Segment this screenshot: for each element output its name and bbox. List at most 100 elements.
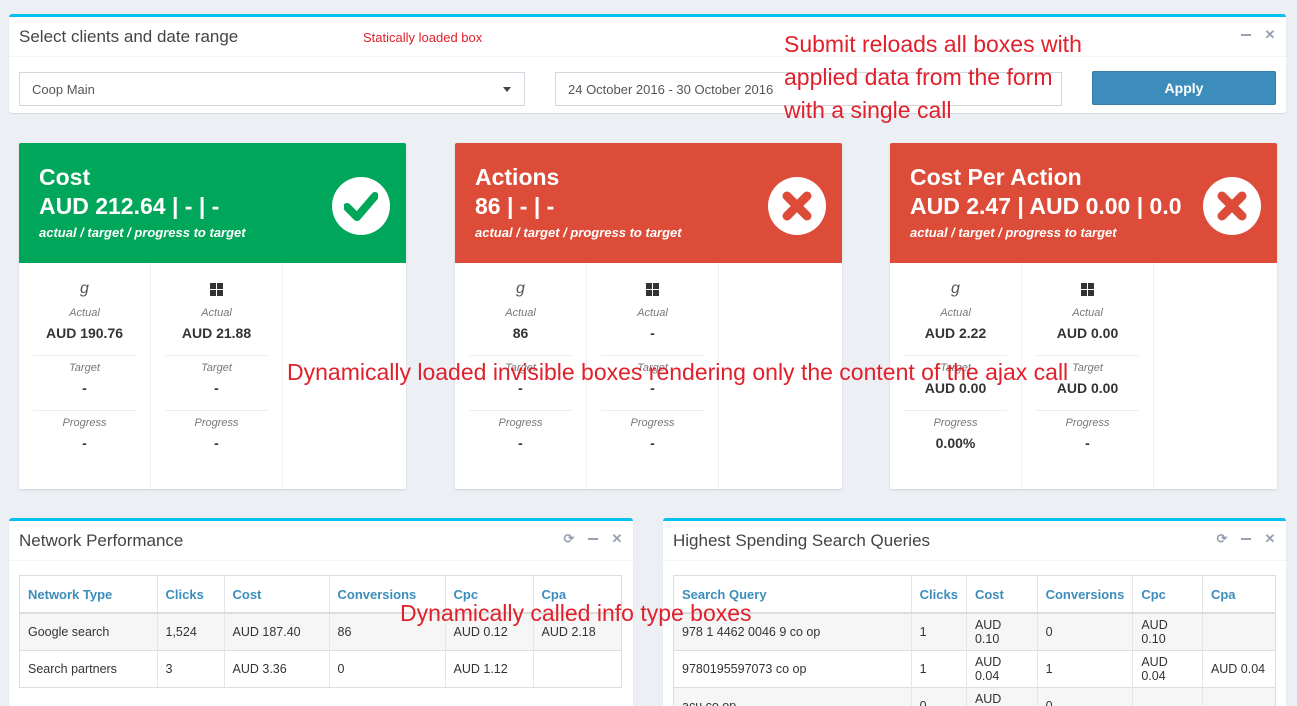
table-row: acu co op0AUD 0.000 xyxy=(674,686,1275,706)
collapse-icon[interactable] xyxy=(1240,533,1252,545)
filter-box: Select clients and date range Statically… xyxy=(9,14,1286,113)
network-table: Network Type Clicks Cost Conversions Cpc Cpa G… xyxy=(20,576,621,687)
queries-box-tools: ⟳ ✕ xyxy=(1216,532,1276,545)
kpi-target-label: Target xyxy=(69,362,100,374)
apply-button[interactable]: Apply xyxy=(1092,71,1276,105)
kpi-progress-label: Progress xyxy=(62,417,107,429)
google-icon: g xyxy=(516,280,525,297)
kpi-progress-cell: Progress - xyxy=(33,411,136,466)
kpi-subtitle: actual / target / progress to target xyxy=(39,225,246,240)
kpi-actual-label: Actual xyxy=(940,307,971,319)
kpi-header: Cost Per Action AUD 2.47 | AUD 0.00 | 0.… xyxy=(890,143,1277,263)
table-cell xyxy=(1132,686,1203,706)
column-header[interactable]: Clicks xyxy=(911,576,967,614)
kpi-progress-label: Progress xyxy=(630,417,675,429)
filter-box-header: Select clients and date range Statically… xyxy=(9,17,1286,57)
column-header[interactable]: Cpa xyxy=(1202,576,1275,614)
kpi-empty-column xyxy=(1154,263,1277,489)
kpi-title: Actions xyxy=(475,164,560,190)
kpi-progress-cell: Progress - xyxy=(165,411,268,466)
cross-icon xyxy=(768,177,826,235)
kpi-progress-value: - xyxy=(1085,435,1090,451)
kpi-title: Cost Per Action xyxy=(910,164,1082,190)
queries-table: Search Query Clicks Cost Conversions Cpc Cpa 9… xyxy=(674,576,1275,706)
kpi-target-cell: Target - xyxy=(165,356,268,411)
kpi-progress-label: Progress xyxy=(933,417,978,429)
kpi-actual-value: AUD 190.76 xyxy=(45,325,124,341)
kpi-progress-label: Progress xyxy=(194,417,239,429)
kpi-progress-value: - xyxy=(82,435,87,451)
collapse-icon[interactable] xyxy=(1240,29,1252,41)
filter-box-tools: ✕ xyxy=(1240,28,1276,41)
kpi-card: Cost Per Action AUD 2.47 | AUD 0.00 | 0.… xyxy=(890,143,1277,489)
table-cell: AUD 1.12 xyxy=(445,649,534,687)
table-cell: AUD 0.10 xyxy=(1132,612,1203,650)
kpi-actual-value: - xyxy=(650,325,655,341)
column-header[interactable]: Network Type xyxy=(20,576,158,614)
column-header[interactable]: Conversions xyxy=(1037,576,1134,614)
cross-icon xyxy=(1203,177,1261,235)
kpi-actual-value: AUD 21.88 xyxy=(181,325,252,341)
kpi-actual-cell: Actual AUD 2.22 xyxy=(904,301,1007,356)
collapse-icon[interactable] xyxy=(587,533,599,545)
refresh-icon[interactable]: ⟳ xyxy=(1216,532,1228,545)
kpi-actual-value: AUD 0.00 xyxy=(1056,325,1119,341)
table-cell: 1 xyxy=(1037,649,1134,687)
kpi-progress-value: - xyxy=(650,435,655,451)
table-cell: 0 xyxy=(1037,612,1134,650)
column-header[interactable]: Cost xyxy=(966,576,1038,614)
table-cell: AUD 0.04 xyxy=(1132,649,1203,687)
client-select[interactable]: Coop Main xyxy=(19,72,525,106)
table-cell: AUD 3.36 xyxy=(224,649,330,687)
refresh-icon[interactable]: ⟳ xyxy=(563,532,575,545)
kpi-actual-cell: Actual AUD 21.88 xyxy=(165,301,268,356)
kpi-target-value: - xyxy=(82,380,87,396)
table-cell: acu co op xyxy=(674,686,912,706)
google-icon: g xyxy=(951,280,960,297)
kpi-progress-value: 0.00% xyxy=(935,435,976,451)
table-cell: 0 xyxy=(911,686,967,706)
kpi-card: Cost AUD 212.64 | - | - actual / target … xyxy=(19,143,406,489)
kpi-network-column: g Actual AUD 190.76 Target - Progress - xyxy=(19,263,151,489)
kpi-actual-label: Actual xyxy=(505,307,536,319)
static-box-note: Statically loaded box xyxy=(363,30,483,45)
table-cell: AUD 187.40 xyxy=(224,612,330,650)
network-box-title: Network Performance xyxy=(19,531,184,550)
info-boxes-annotation: Dynamically called info type boxes xyxy=(400,600,752,626)
windows-icon xyxy=(165,277,268,301)
kpi-actual-label: Actual xyxy=(201,307,232,319)
google-icon: g xyxy=(80,280,89,297)
column-header[interactable]: Cpc xyxy=(1132,576,1203,614)
column-header[interactable]: Cost xyxy=(224,576,330,614)
kpi-actual-label: Actual xyxy=(637,307,668,319)
kpi-value: AUD 2.47 | AUD 0.00 | 0.00 xyxy=(910,193,1182,219)
dynamic-boxes-annotation: Dynamically loaded invisible boxes rende… xyxy=(287,359,1069,385)
table-cell: AUD 0.10 xyxy=(966,612,1038,650)
kpi-network-column: Actual AUD 21.88 Target - Progress - xyxy=(151,263,283,489)
table-cell xyxy=(533,649,621,687)
table-cell: 1,524 xyxy=(157,612,225,650)
kpi-progress-label: Progress xyxy=(1065,417,1110,429)
table-cell xyxy=(1202,612,1275,650)
table-cell: Search partners xyxy=(20,649,158,687)
table-cell: AUD 0.04 xyxy=(1202,649,1275,687)
kpi-progress-value: - xyxy=(214,435,219,451)
kpi-actual-cell: Actual - xyxy=(601,301,704,356)
kpi-progress-cell: Progress 0.00% xyxy=(904,411,1007,466)
kpi-header: Actions 86 | - | - actual / target / pro… xyxy=(455,143,842,263)
kpi-subtitle: actual / target / progress to target xyxy=(910,225,1117,240)
column-header[interactable]: Clicks xyxy=(157,576,225,614)
close-icon[interactable]: ✕ xyxy=(1264,28,1276,41)
kpi-header: Cost AUD 212.64 | - | - actual / target … xyxy=(19,143,406,263)
submit-annotation-line: applied data from the form xyxy=(784,64,1053,90)
close-icon[interactable]: ✕ xyxy=(611,532,623,545)
kpi-target-label: Target xyxy=(201,362,232,374)
kpi-actual-label: Actual xyxy=(1072,307,1103,319)
table-cell: 0 xyxy=(329,649,446,687)
queries-box-header: Highest Spending Search Queries ⟳ ✕ xyxy=(663,521,1286,561)
network-box-header: Network Performance ⟳ ✕ xyxy=(9,521,633,561)
close-icon[interactable]: ✕ xyxy=(1264,532,1276,545)
kpi-actual-value: AUD 2.22 xyxy=(924,325,987,341)
search-queries-box: Highest Spending Search Queries ⟳ ✕ Sear… xyxy=(663,518,1286,706)
kpi-value: AUD 212.64 | - | - xyxy=(39,193,220,219)
